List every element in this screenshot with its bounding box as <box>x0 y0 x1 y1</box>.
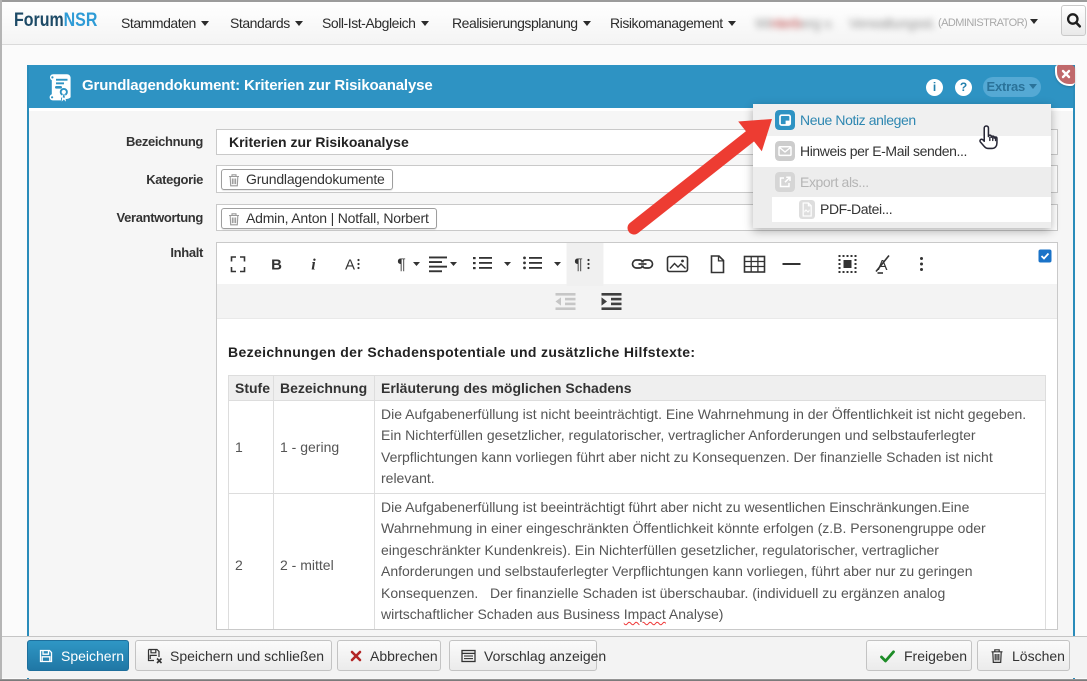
svg-text:¶: ¶ <box>397 257 406 274</box>
svg-text:¶: ¶ <box>574 257 583 274</box>
svg-text:i: i <box>311 257 316 274</box>
svg-text:B: B <box>271 257 282 274</box>
svg-text:A: A <box>345 257 355 274</box>
